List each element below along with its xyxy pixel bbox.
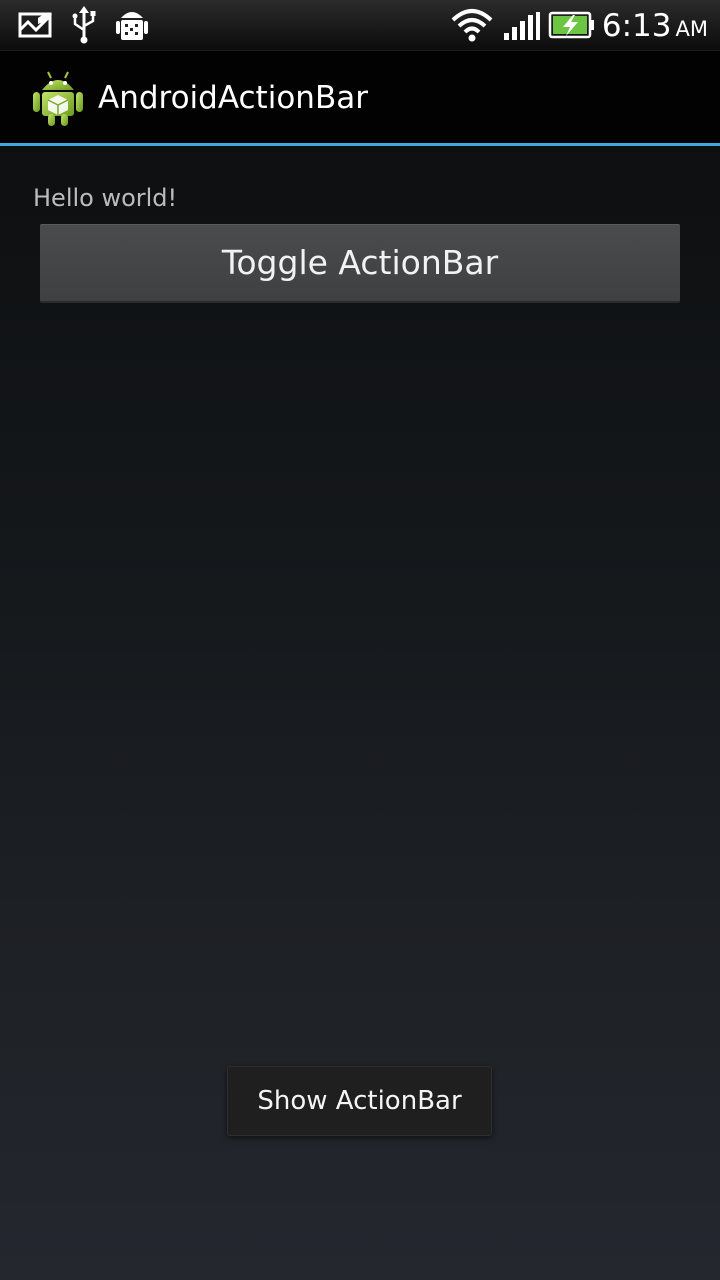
status-time: 6:13 AM [602,6,708,49]
show-actionbar-toast: Show ActionBar [227,1066,492,1136]
hello-text: Hello world! [33,184,178,212]
battery-charging-icon [548,11,594,39]
screen: 6:13 AM AndroidActionBar Hello world! To… [0,0,720,1280]
android-app-icon[interactable] [30,68,86,128]
toggle-actionbar-button[interactable]: Toggle ActionBar [40,224,680,303]
status-bar: 6:13 AM [0,0,720,51]
status-time-value: 6:13 [601,8,672,44]
photo-icon [18,12,52,38]
status-time-ampm: AM [675,17,708,41]
android-debug-icon [116,12,148,40]
action-bar: AndroidActionBar [0,51,720,143]
usb-icon [72,6,96,44]
action-bar-divider [0,143,720,146]
signal-icon [504,12,540,40]
app-title: AndroidActionBar [98,80,368,116]
wifi-icon [451,9,493,42]
